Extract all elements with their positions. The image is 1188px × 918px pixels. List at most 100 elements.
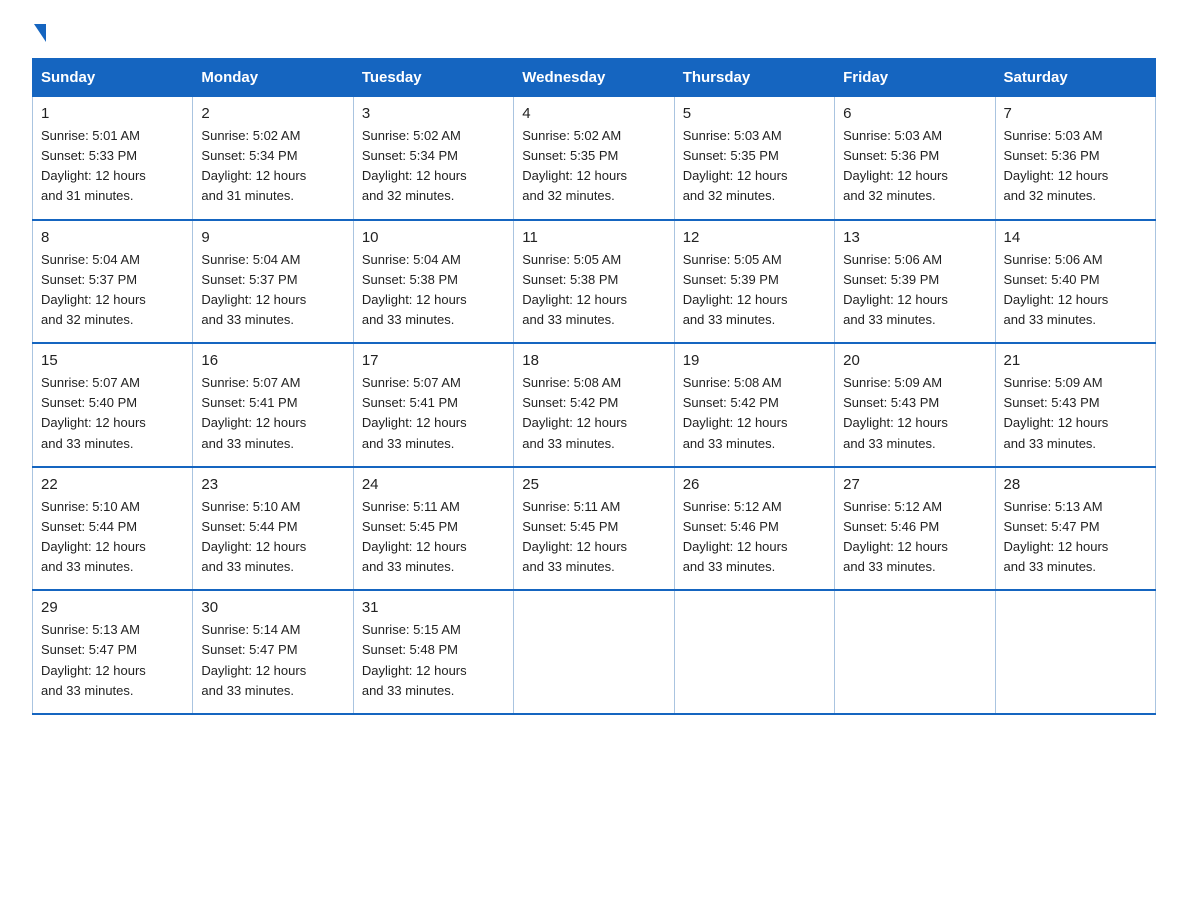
calendar-cell bbox=[995, 590, 1155, 714]
day-number: 2 bbox=[201, 105, 344, 122]
calendar-cell bbox=[514, 590, 674, 714]
calendar-cell: 21 Sunrise: 5:09 AMSunset: 5:43 PMDayligh… bbox=[995, 343, 1155, 467]
calendar-cell: 19 Sunrise: 5:08 AMSunset: 5:42 PMDayligh… bbox=[674, 343, 834, 467]
calendar-table: SundayMondayTuesdayWednesdayThursdayFrid… bbox=[32, 58, 1156, 715]
day-number: 10 bbox=[362, 229, 505, 246]
day-info: Sunrise: 5:04 AMSunset: 5:37 PMDaylight:… bbox=[41, 252, 146, 327]
day-number: 20 bbox=[843, 352, 986, 369]
day-info: Sunrise: 5:09 AMSunset: 5:43 PMDaylight:… bbox=[1004, 375, 1109, 450]
day-number: 25 bbox=[522, 476, 665, 493]
calendar-cell: 27 Sunrise: 5:12 AMSunset: 5:46 PMDayligh… bbox=[835, 467, 995, 591]
day-info: Sunrise: 5:11 AMSunset: 5:45 PMDaylight:… bbox=[362, 499, 467, 574]
day-header-sunday: Sunday bbox=[33, 59, 193, 97]
day-info: Sunrise: 5:04 AMSunset: 5:38 PMDaylight:… bbox=[362, 252, 467, 327]
day-number: 15 bbox=[41, 352, 184, 369]
day-info: Sunrise: 5:09 AMSunset: 5:43 PMDaylight:… bbox=[843, 375, 948, 450]
calendar-cell: 31 Sunrise: 5:15 AMSunset: 5:48 PMDayligh… bbox=[353, 590, 513, 714]
calendar-cell: 22Sunrise: 5:10 AMSunset: 5:44 PMDayligh… bbox=[33, 467, 193, 591]
day-info: Sunrise: 5:15 AMSunset: 5:48 PMDaylight:… bbox=[362, 622, 467, 697]
day-number: 17 bbox=[362, 352, 505, 369]
day-info: Sunrise: 5:05 AMSunset: 5:39 PMDaylight:… bbox=[683, 252, 788, 327]
calendar-cell: 5Sunrise: 5:03 AMSunset: 5:35 PMDaylight… bbox=[674, 97, 834, 220]
calendar-cell: 1 Sunrise: 5:01 AMSunset: 5:33 PMDaylight… bbox=[33, 97, 193, 220]
calendar-header: SundayMondayTuesdayWednesdayThursdayFrid… bbox=[33, 59, 1156, 97]
day-info: Sunrise: 5:12 AMSunset: 5:46 PMDaylight:… bbox=[683, 499, 788, 574]
day-number: 18 bbox=[522, 352, 665, 369]
day-number: 31 bbox=[362, 599, 505, 616]
week-row-2: 8Sunrise: 5:04 AMSunset: 5:37 PMDaylight… bbox=[33, 220, 1156, 344]
calendar-cell: 23Sunrise: 5:10 AMSunset: 5:44 PMDayligh… bbox=[193, 467, 353, 591]
calendar-cell: 15 Sunrise: 5:07 AMSunset: 5:40 PMDayligh… bbox=[33, 343, 193, 467]
day-info: Sunrise: 5:05 AMSunset: 5:38 PMDaylight:… bbox=[522, 252, 627, 327]
day-info: Sunrise: 5:12 AMSunset: 5:46 PMDaylight:… bbox=[843, 499, 948, 574]
calendar-cell: 13 Sunrise: 5:06 AMSunset: 5:39 PMDayligh… bbox=[835, 220, 995, 344]
calendar-body: 1 Sunrise: 5:01 AMSunset: 5:33 PMDaylight… bbox=[33, 97, 1156, 714]
day-number: 13 bbox=[843, 229, 986, 246]
day-header-wednesday: Wednesday bbox=[514, 59, 674, 97]
calendar-cell: 29 Sunrise: 5:13 AMSunset: 5:47 PMDayligh… bbox=[33, 590, 193, 714]
day-number: 19 bbox=[683, 352, 826, 369]
calendar-cell: 25 Sunrise: 5:11 AMSunset: 5:45 PMDayligh… bbox=[514, 467, 674, 591]
day-number: 6 bbox=[843, 105, 986, 122]
day-info: Sunrise: 5:08 AMSunset: 5:42 PMDaylight:… bbox=[683, 375, 788, 450]
day-header-monday: Monday bbox=[193, 59, 353, 97]
day-number: 28 bbox=[1004, 476, 1147, 493]
day-number: 7 bbox=[1004, 105, 1147, 122]
week-row-3: 15 Sunrise: 5:07 AMSunset: 5:40 PMDayligh… bbox=[33, 343, 1156, 467]
day-number: 22 bbox=[41, 476, 184, 493]
calendar-cell: 10 Sunrise: 5:04 AMSunset: 5:38 PMDayligh… bbox=[353, 220, 513, 344]
day-info: Sunrise: 5:02 AMSunset: 5:34 PMDaylight:… bbox=[362, 128, 467, 203]
day-number: 29 bbox=[41, 599, 184, 616]
calendar-cell: 24Sunrise: 5:11 AMSunset: 5:45 PMDayligh… bbox=[353, 467, 513, 591]
calendar-cell: 20 Sunrise: 5:09 AMSunset: 5:43 PMDayligh… bbox=[835, 343, 995, 467]
day-header-tuesday: Tuesday bbox=[353, 59, 513, 97]
day-info: Sunrise: 5:07 AMSunset: 5:41 PMDaylight:… bbox=[362, 375, 467, 450]
day-info: Sunrise: 5:04 AMSunset: 5:37 PMDaylight:… bbox=[201, 252, 306, 327]
day-number: 23 bbox=[201, 476, 344, 493]
day-number: 12 bbox=[683, 229, 826, 246]
days-of-week-row: SundayMondayTuesdayWednesdayThursdayFrid… bbox=[33, 59, 1156, 97]
calendar-cell: 28 Sunrise: 5:13 AMSunset: 5:47 PMDayligh… bbox=[995, 467, 1155, 591]
day-info: Sunrise: 5:02 AMSunset: 5:34 PMDaylight:… bbox=[201, 128, 306, 203]
day-info: Sunrise: 5:08 AMSunset: 5:42 PMDaylight:… bbox=[522, 375, 627, 450]
day-header-saturday: Saturday bbox=[995, 59, 1155, 97]
calendar-cell: 6 Sunrise: 5:03 AMSunset: 5:36 PMDaylight… bbox=[835, 97, 995, 220]
day-number: 30 bbox=[201, 599, 344, 616]
calendar-cell: 8Sunrise: 5:04 AMSunset: 5:37 PMDaylight… bbox=[33, 220, 193, 344]
day-number: 27 bbox=[843, 476, 986, 493]
day-info: Sunrise: 5:03 AMSunset: 5:36 PMDaylight:… bbox=[843, 128, 948, 203]
logo-triangle-icon bbox=[34, 24, 46, 42]
calendar-cell: 17 Sunrise: 5:07 AMSunset: 5:41 PMDayligh… bbox=[353, 343, 513, 467]
calendar-cell: 26 Sunrise: 5:12 AMSunset: 5:46 PMDayligh… bbox=[674, 467, 834, 591]
day-info: Sunrise: 5:14 AMSunset: 5:47 PMDaylight:… bbox=[201, 622, 306, 697]
week-row-1: 1 Sunrise: 5:01 AMSunset: 5:33 PMDaylight… bbox=[33, 97, 1156, 220]
calendar-cell bbox=[835, 590, 995, 714]
day-number: 26 bbox=[683, 476, 826, 493]
day-number: 3 bbox=[362, 105, 505, 122]
day-header-friday: Friday bbox=[835, 59, 995, 97]
page-header bbox=[32, 24, 1156, 42]
calendar-cell: 3 Sunrise: 5:02 AMSunset: 5:34 PMDaylight… bbox=[353, 97, 513, 220]
day-info: Sunrise: 5:07 AMSunset: 5:40 PMDaylight:… bbox=[41, 375, 146, 450]
day-number: 16 bbox=[201, 352, 344, 369]
day-number: 21 bbox=[1004, 352, 1147, 369]
day-header-thursday: Thursday bbox=[674, 59, 834, 97]
day-info: Sunrise: 5:03 AMSunset: 5:36 PMDaylight:… bbox=[1004, 128, 1109, 203]
week-row-5: 29 Sunrise: 5:13 AMSunset: 5:47 PMDayligh… bbox=[33, 590, 1156, 714]
logo bbox=[32, 24, 46, 42]
day-number: 5 bbox=[683, 105, 826, 122]
calendar-cell: 4Sunrise: 5:02 AMSunset: 5:35 PMDaylight… bbox=[514, 97, 674, 220]
day-info: Sunrise: 5:06 AMSunset: 5:39 PMDaylight:… bbox=[843, 252, 948, 327]
calendar-cell: 11Sunrise: 5:05 AMSunset: 5:38 PMDayligh… bbox=[514, 220, 674, 344]
calendar-cell: 14Sunrise: 5:06 AMSunset: 5:40 PMDayligh… bbox=[995, 220, 1155, 344]
day-info: Sunrise: 5:13 AMSunset: 5:47 PMDaylight:… bbox=[1004, 499, 1109, 574]
day-info: Sunrise: 5:01 AMSunset: 5:33 PMDaylight:… bbox=[41, 128, 146, 203]
calendar-cell: 12 Sunrise: 5:05 AMSunset: 5:39 PMDayligh… bbox=[674, 220, 834, 344]
day-number: 1 bbox=[41, 105, 184, 122]
day-info: Sunrise: 5:13 AMSunset: 5:47 PMDaylight:… bbox=[41, 622, 146, 697]
week-row-4: 22Sunrise: 5:10 AMSunset: 5:44 PMDayligh… bbox=[33, 467, 1156, 591]
calendar-cell: 18 Sunrise: 5:08 AMSunset: 5:42 PMDayligh… bbox=[514, 343, 674, 467]
calendar-cell bbox=[674, 590, 834, 714]
day-info: Sunrise: 5:11 AMSunset: 5:45 PMDaylight:… bbox=[522, 499, 627, 574]
calendar-cell: 16Sunrise: 5:07 AMSunset: 5:41 PMDayligh… bbox=[193, 343, 353, 467]
